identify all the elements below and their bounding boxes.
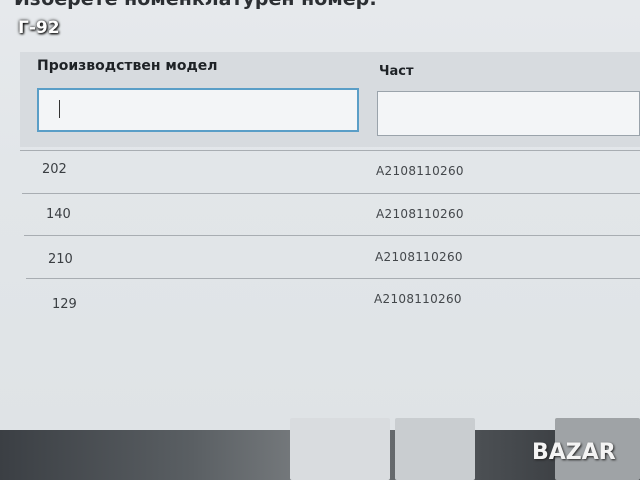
row-model: 129 bbox=[52, 297, 77, 312]
row-model: 210 bbox=[48, 252, 73, 267]
table-divider bbox=[20, 150, 640, 151]
part-filter-input[interactable] bbox=[377, 91, 640, 136]
text-caret bbox=[59, 100, 60, 118]
row-model: 140 bbox=[46, 207, 71, 222]
row-part: A2108110260 bbox=[374, 292, 462, 306]
row-divider bbox=[22, 193, 640, 194]
watermark: Г-92 bbox=[18, 18, 60, 38]
row-part: A2108110260 bbox=[376, 164, 464, 178]
row-divider bbox=[24, 235, 640, 236]
model-filter-input[interactable] bbox=[37, 88, 359, 132]
row-part: A2108110260 bbox=[375, 250, 463, 264]
row-model: 202 bbox=[42, 162, 67, 177]
truck-image bbox=[395, 418, 475, 480]
bazar-logo: BAZAR bbox=[532, 440, 616, 465]
row-part: A2108110260 bbox=[376, 207, 464, 221]
page-title: Изберете номенклатурен номер: bbox=[14, 0, 377, 10]
model-column-label: Производствен модел bbox=[37, 58, 218, 74]
truck-image bbox=[290, 418, 390, 480]
screen: Изберете номенклатурен номер: Производст… bbox=[0, 0, 640, 430]
row-divider bbox=[26, 278, 640, 279]
part-column-label: Част bbox=[379, 64, 414, 79]
